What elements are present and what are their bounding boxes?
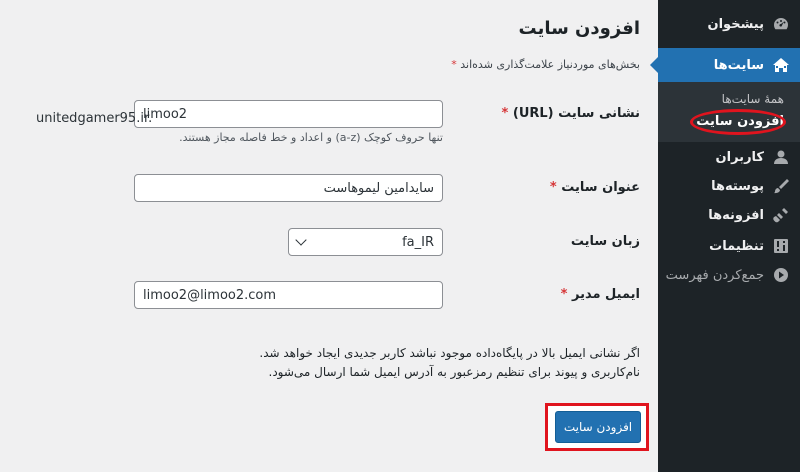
sidebar-item-label: پوسته‌ها bbox=[711, 178, 764, 194]
info-text-line-1: اگر نشانی ایمیل بالا در پایگاه‌داده موجو… bbox=[259, 346, 640, 360]
collapse-icon bbox=[772, 266, 790, 284]
dashboard-icon bbox=[772, 15, 790, 33]
settings-icon bbox=[772, 237, 790, 255]
page-title: افزودن سایت bbox=[518, 18, 640, 39]
admin-email-label-text: ایمیل مدیر bbox=[571, 287, 640, 302]
required-star: * bbox=[560, 287, 568, 302]
site-title-label: عنوان سایت * bbox=[550, 180, 640, 195]
sidebar-item-settings[interactable]: تنظیمات bbox=[658, 231, 800, 261]
required-note-text: بخش‌های موردنیاز علامت‌گذاری شده‌اند bbox=[460, 58, 640, 71]
sidebar-item-sites[interactable]: سایت‌ها bbox=[650, 48, 800, 82]
active-indicator bbox=[650, 57, 658, 73]
sidebar-item-label: سایت‌ها bbox=[713, 57, 764, 73]
site-address-hint: تنها حروف کوچک (a-z) و اعداد و خط فاصله … bbox=[179, 131, 443, 144]
highlight-circle bbox=[690, 109, 786, 135]
add-site-button[interactable]: افزودن سایت bbox=[555, 411, 641, 443]
required-note: بخش‌های موردنیاز علامت‌گذاری شده‌اند * bbox=[451, 58, 640, 71]
sidebar-item-label: افزونه‌ها bbox=[708, 207, 764, 223]
sidebar-item-label: پیشخوان bbox=[707, 16, 765, 32]
admin-email-input[interactable] bbox=[134, 281, 443, 309]
site-language-value: fa_IR bbox=[402, 234, 434, 250]
paintbrush-icon bbox=[772, 177, 790, 195]
admin-email-label: ایمیل مدیر * bbox=[561, 287, 640, 302]
collapse-menu-button[interactable]: جمع‌کردن فهرست bbox=[658, 260, 800, 290]
plugin-icon bbox=[772, 206, 790, 224]
sidebar-item-themes[interactable]: پوسته‌ها bbox=[658, 171, 800, 201]
required-star: * bbox=[501, 106, 509, 121]
sidebar-item-label: تنظیمات bbox=[709, 238, 764, 254]
admin-sidebar: 2019/09/04 پیشخوان سایت‌ها همهٔ سایت‌ها … bbox=[650, 0, 800, 472]
site-language-label: زبان سایت bbox=[570, 234, 640, 249]
submenu-item-all-sites[interactable]: همهٔ سایت‌ها bbox=[658, 92, 800, 106]
required-star: * bbox=[451, 58, 457, 71]
site-language-select[interactable]: fa_IR bbox=[288, 228, 443, 256]
users-icon bbox=[772, 148, 790, 166]
sites-icon bbox=[772, 56, 790, 74]
domain-suffix: unitedgamer95.ir. bbox=[36, 111, 153, 126]
sidebar-item-label: کاربران bbox=[715, 149, 764, 165]
site-address-label-text: نشانی سایت (URL) bbox=[512, 106, 640, 121]
chevron-down-icon bbox=[295, 234, 307, 246]
site-address-input[interactable] bbox=[134, 100, 443, 128]
sidebar-item-label: جمع‌کردن فهرست bbox=[665, 267, 764, 283]
main-content: افزودن سایت بخش‌های موردنیاز علامت‌گذاری… bbox=[0, 0, 658, 472]
site-title-input[interactable] bbox=[134, 174, 443, 202]
sidebar-item-dashboard[interactable]: پیشخوان bbox=[658, 9, 800, 39]
site-title-label-text: عنوان سایت bbox=[561, 180, 640, 195]
required-star: * bbox=[549, 180, 557, 195]
site-address-label: نشانی سایت (URL) * bbox=[502, 106, 640, 121]
sidebar-item-plugins[interactable]: افزونه‌ها bbox=[658, 200, 800, 230]
sidebar-item-users[interactable]: کاربران bbox=[658, 142, 800, 172]
info-text-line-2: نام‌کاربری و پیوند برای تنظیم رمزعبور به… bbox=[268, 365, 640, 379]
